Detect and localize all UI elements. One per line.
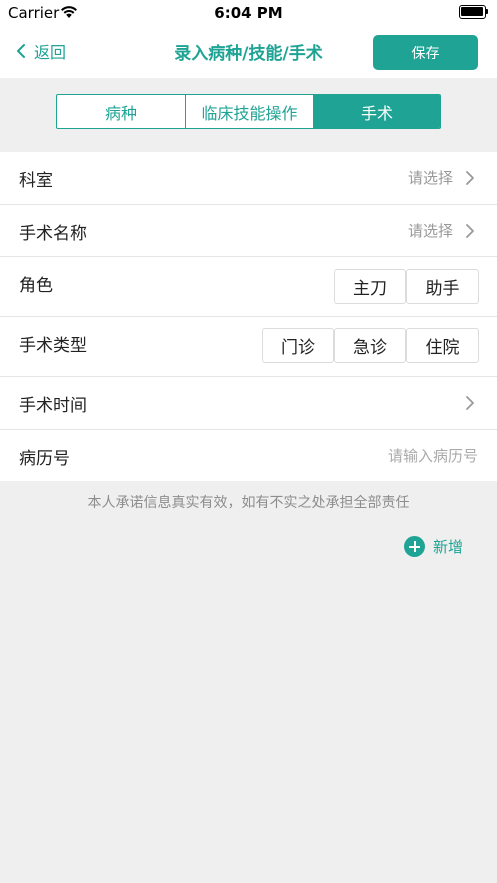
plus-circle-icon — [404, 536, 425, 557]
surgery-form: 科室 请选择 手术名称 请选择 角色 主刀 助手 手术类型 门诊 急诊 住院 手… — [0, 152, 497, 481]
surgery-name-label: 手术名称 — [19, 224, 87, 244]
surgery-time-label: 手术时间 — [19, 396, 87, 416]
tab-clinical-skill[interactable]: 临床技能操作 — [185, 95, 313, 128]
type-option-inpatient[interactable]: 住院 — [406, 328, 479, 363]
chevron-right-icon — [466, 171, 474, 185]
department-row[interactable]: 科室 请选择 — [0, 152, 497, 205]
chevron-right-icon — [466, 224, 474, 238]
tab-disease[interactable]: 病种 — [57, 95, 185, 128]
surgery-time-row[interactable]: 手术时间 — [0, 377, 497, 430]
surgery-type-row: 手术类型 门诊 急诊 住院 — [0, 317, 497, 377]
type-option-outpatient[interactable]: 门诊 — [262, 328, 334, 363]
record-number-input[interactable]: 请输入病历号 — [388, 445, 478, 466]
record-number-label: 病历号 — [19, 449, 70, 469]
department-label: 科室 — [19, 171, 53, 191]
save-button[interactable]: 保存 — [373, 35, 478, 70]
disclaimer-text: 本人承诺信息真实有效，如有不实之处承担全部责任 — [87, 495, 410, 511]
surgery-type-label: 手术类型 — [19, 336, 87, 356]
chevron-right-icon — [466, 396, 474, 410]
role-row: 角色 主刀 助手 — [0, 257, 497, 317]
clock: 6:04 PM — [214, 4, 283, 22]
status-bar: Carrier 6:04 PM — [0, 0, 497, 26]
role-option-surgeon[interactable]: 主刀 — [334, 269, 406, 304]
record-number-row: 病历号 请输入病历号 — [0, 430, 497, 481]
surgery-name-row[interactable]: 手术名称 请选择 — [0, 205, 497, 257]
tab-surgery[interactable]: 手术 — [313, 95, 440, 128]
surgery-name-value: 请选择 — [407, 222, 453, 240]
type-option-emergency[interactable]: 急诊 — [334, 328, 406, 363]
department-value: 请选择 — [407, 169, 453, 187]
category-segmented-control: 病种 临床技能操作 手术 — [56, 94, 441, 129]
role-option-assistant[interactable]: 助手 — [406, 269, 479, 304]
add-button[interactable]: 新增 — [404, 536, 463, 557]
add-label: 新增 — [433, 538, 464, 556]
nav-bar: 返回 录入病种/技能/手术 保存 — [0, 26, 497, 78]
battery-icon — [459, 5, 489, 19]
role-label: 角色 — [19, 276, 53, 296]
